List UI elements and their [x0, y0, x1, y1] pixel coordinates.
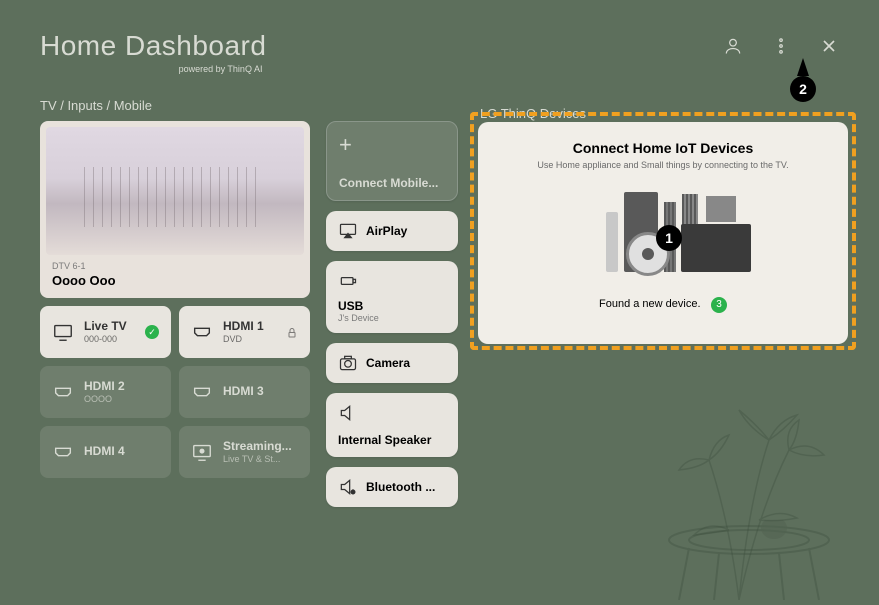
- iot-found-badge: 3: [711, 297, 727, 313]
- tile-sublabel: OOOO: [84, 394, 125, 404]
- usb-sublabel: J's Device: [338, 313, 446, 323]
- callout-1: 1: [656, 225, 682, 251]
- iot-found-row: Found a new device. 3: [496, 294, 830, 313]
- usb-icon: [338, 271, 358, 291]
- profile-icon[interactable]: [723, 36, 743, 61]
- lock-icon: [286, 326, 298, 338]
- close-icon[interactable]: [819, 36, 839, 61]
- tile-sublabel: DVD: [223, 334, 264, 344]
- input-tile-hdmi-4[interactable]: HDMI 4: [40, 426, 171, 478]
- bluetooth-icon: i: [338, 477, 358, 497]
- preview-program-name: Oooo Ooo: [52, 273, 304, 288]
- hdmi-icon: [52, 441, 74, 463]
- usb-card[interactable]: USB J's Device: [326, 261, 458, 333]
- preview-channel: DTV 6-1: [52, 261, 304, 271]
- input-tile-streaming-[interactable]: Streaming...Live TV & St...: [179, 426, 310, 478]
- preview-image: [46, 127, 304, 255]
- usb-label: USB: [338, 299, 446, 313]
- page-title: Home Dashboard: [40, 30, 266, 62]
- airplay-label: AirPlay: [366, 224, 407, 238]
- plus-icon: +: [339, 132, 445, 158]
- tile-label: HDMI 2: [84, 380, 125, 394]
- table-decoration: [659, 520, 839, 600]
- input-tile-hdmi-2[interactable]: HDMI 2OOOO: [40, 366, 171, 418]
- hdmi-icon: [191, 381, 213, 403]
- iot-found-text: Found a new device.: [599, 298, 701, 310]
- page-subtitle: powered by ThinQ AI: [40, 64, 262, 74]
- airplay-icon: [338, 221, 358, 241]
- tv-icon: [52, 321, 74, 343]
- svg-text:i: i: [353, 490, 354, 495]
- hdmi-icon: [52, 381, 74, 403]
- thinq-section-label: LG ThinQ Devices: [480, 106, 586, 121]
- input-tile-live-tv[interactable]: Live TV000-000 ✓: [40, 306, 171, 358]
- tile-label: HDMI 4: [84, 445, 125, 459]
- callout-2: 2: [790, 76, 816, 102]
- camera-card[interactable]: Camera: [326, 343, 458, 383]
- tile-sublabel: Live TV & St...: [223, 454, 292, 464]
- camera-icon: [338, 353, 358, 373]
- tile-label: Streaming...: [223, 440, 292, 454]
- iot-title: Connect Home IoT Devices: [496, 140, 830, 156]
- more-icon[interactable]: [771, 36, 791, 61]
- connect-mobile-card[interactable]: + Connect Mobile...: [326, 121, 458, 201]
- stream-icon: [191, 441, 213, 463]
- bluetooth-label: Bluetooth ...: [366, 480, 435, 494]
- tv-preview-card[interactable]: DTV 6-1 Oooo Ooo: [40, 121, 310, 298]
- input-tile-hdmi-3[interactable]: HDMI 3: [179, 366, 310, 418]
- bluetooth-card[interactable]: i Bluetooth ...: [326, 467, 458, 507]
- hdmi-icon: [191, 321, 213, 343]
- internal-speaker-label: Internal Speaker: [338, 433, 446, 447]
- section-label: TV / Inputs / Mobile: [40, 98, 879, 113]
- tile-label: Live TV: [84, 320, 127, 334]
- check-icon: ✓: [145, 325, 159, 339]
- internal-speaker-card[interactable]: Internal Speaker: [326, 393, 458, 457]
- iot-subtitle: Use Home appliance and Small things by c…: [496, 160, 830, 170]
- connect-mobile-label: Connect Mobile...: [339, 176, 445, 190]
- speaker-icon: [338, 403, 358, 423]
- input-tile-hdmi-1[interactable]: HDMI 1DVD: [179, 306, 310, 358]
- camera-label: Camera: [366, 356, 410, 370]
- tile-label: HDMI 3: [223, 385, 264, 399]
- airplay-card[interactable]: AirPlay: [326, 211, 458, 251]
- tile-label: HDMI 1: [223, 320, 264, 334]
- tile-sublabel: 000-000: [84, 334, 127, 344]
